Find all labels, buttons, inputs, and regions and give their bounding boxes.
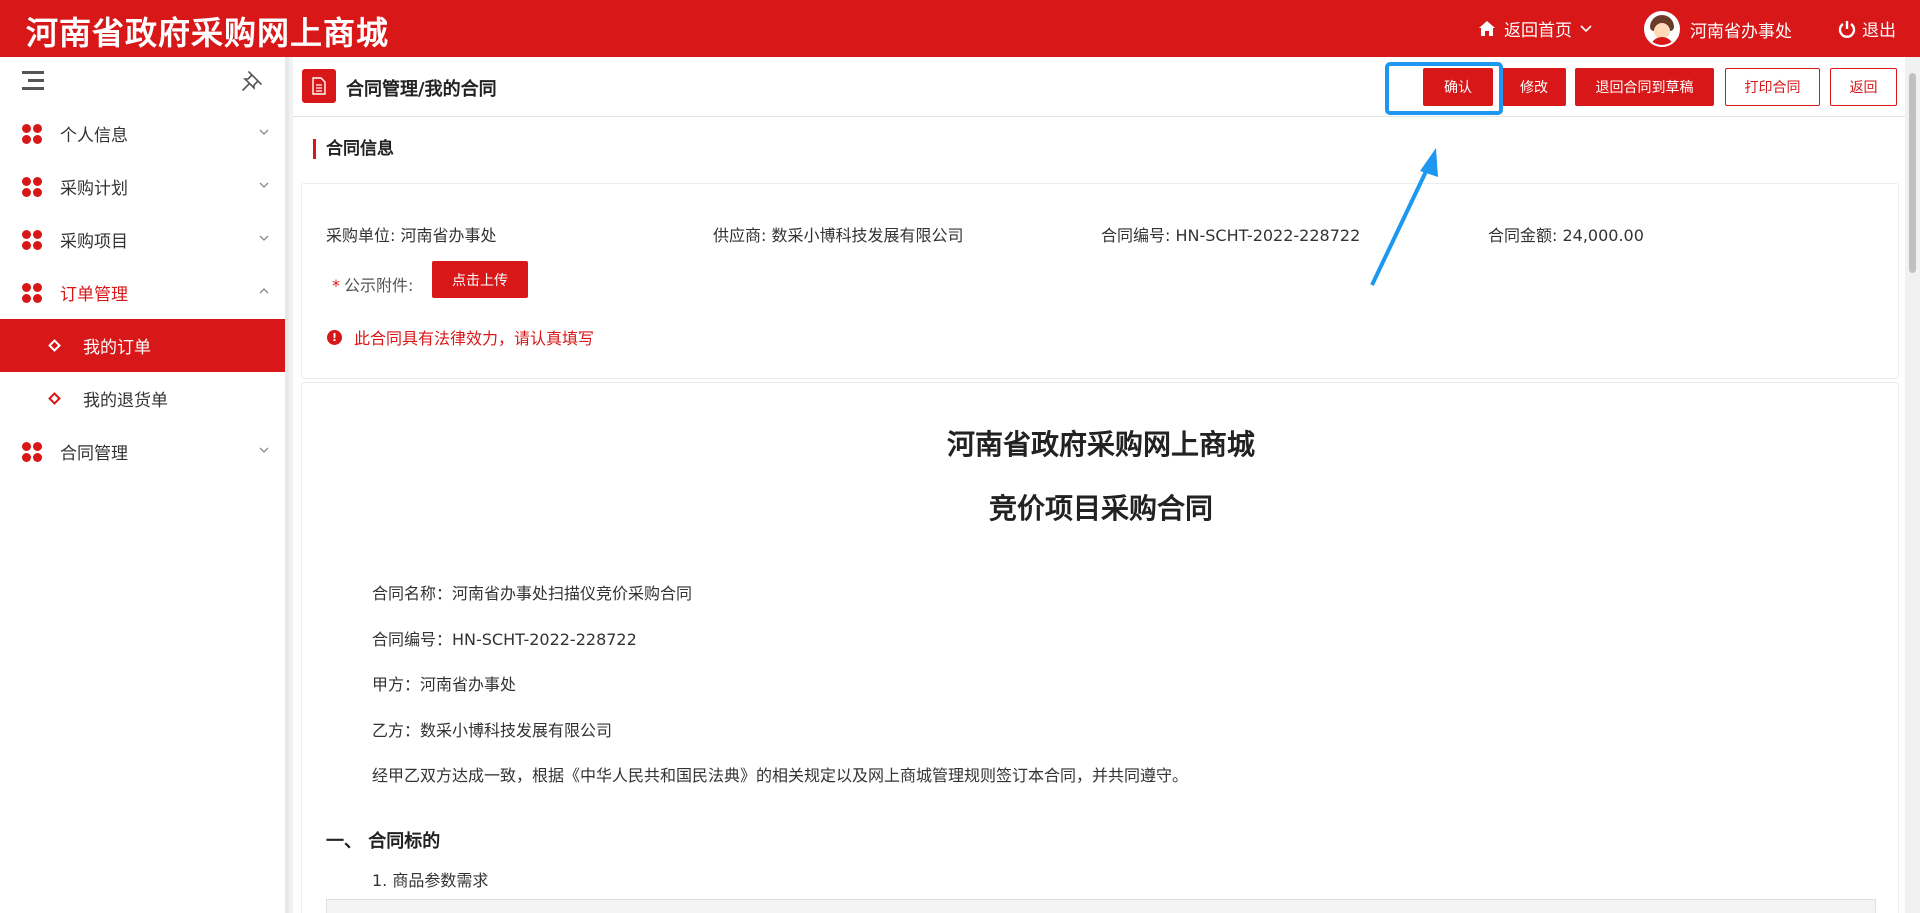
party-b-line: 乙方：数采小博科技发展有限公司 [372, 721, 613, 740]
scrollbar[interactable] [1905, 57, 1920, 913]
section-subheading: 1. 商品参数需求 [372, 871, 489, 890]
scrollbar-thumb[interactable] [1909, 73, 1916, 273]
contract-amount-info: 合同金额: 24,000.00 [1488, 226, 1644, 245]
agreement-line: 经甲乙双方达成一致，根据《中华人民共和国民法典》的相关规定以及网上商城管理规则签… [372, 766, 1189, 785]
top-bar: 河南省政府采购网上商城 返回首页 河南省办事处 退出 [0, 0, 1920, 57]
chevron-down-icon [1580, 24, 1592, 32]
clover-icon [22, 177, 42, 197]
avatar [1644, 11, 1680, 47]
page-header: 合同管理/我的合同 确认 修改 退回合同到草稿 打印合同 返回 [293, 57, 1905, 117]
home-link[interactable]: 返回首页 [1478, 16, 1592, 41]
sidebar-subitem-my-returns[interactable]: 我的退货单 [0, 372, 285, 425]
collapse-menu-icon[interactable] [22, 71, 44, 91]
contract-document: 河南省政府采购网上商城 竞价项目采购合同 合同名称：河南省办事处扫描仪竞价采购合… [301, 382, 1899, 913]
document-title: 河南省政府采购网上商城 [946, 428, 1255, 461]
buyer-info: 采购单位: 河南省办事处 [326, 226, 497, 245]
power-icon [1838, 20, 1856, 38]
return-to-draft-button[interactable]: 退回合同到草稿 [1575, 68, 1714, 106]
contract-name-line: 合同名称：河南省办事处扫描仪竞价采购合同 [372, 584, 693, 603]
sidebar-item-personal-info[interactable]: 个人信息 [0, 107, 285, 160]
document-icon [302, 69, 336, 103]
clover-icon [22, 124, 42, 144]
home-icon [1479, 21, 1495, 36]
home-link-label: 返回首页 [1504, 21, 1572, 41]
upload-button[interactable]: 点击上传 [432, 261, 528, 298]
breadcrumb: 合同管理/我的合同 [346, 79, 497, 100]
chevron-down-icon [259, 182, 269, 188]
sidebar-item-order-management[interactable]: 订单管理 [0, 266, 285, 319]
logout-button[interactable]: 退出 [1838, 16, 1896, 41]
main-content: 合同管理/我的合同 确认 修改 退回合同到草稿 打印合同 返回 合同信息 采购单… [293, 57, 1905, 913]
diamond-icon [48, 392, 61, 405]
contract-number-line: 合同编号：HN-SCHT-2022-228722 [372, 630, 637, 649]
clover-icon [22, 442, 42, 462]
section-title: 合同信息 [313, 139, 394, 159]
sidebar: 个人信息 采购计划 采购项目 订单管理 我的订单 我的退货单 合同管理 [0, 57, 289, 913]
sidebar-item-label: 订单管理 [60, 285, 128, 305]
legal-warning: ! 此合同具有法律效力，请认真填写 [327, 325, 594, 349]
user-menu[interactable]: 河南省办事处 [1644, 11, 1792, 47]
sidebar-subitem-label: 我的订单 [83, 338, 151, 358]
pin-icon[interactable] [241, 70, 263, 92]
chevron-down-icon [259, 129, 269, 135]
document-subtitle: 竞价项目采购合同 [988, 492, 1213, 525]
sidebar-item-purchase-project[interactable]: 采购项目 [0, 213, 285, 266]
print-contract-button[interactable]: 打印合同 [1725, 68, 1820, 106]
contract-number-info: 合同编号: HN-SCHT-2022-228722 [1101, 226, 1361, 245]
back-button[interactable]: 返回 [1830, 68, 1897, 106]
party-a-line: 甲方：河南省办事处 [372, 675, 517, 694]
sidebar-item-purchase-plan[interactable]: 采购计划 [0, 160, 285, 213]
confirm-button[interactable]: 确认 [1423, 68, 1493, 106]
chevron-down-icon [259, 235, 269, 241]
supplier-info: 供应商: 数采小博科技发展有限公司 [713, 226, 964, 245]
sidebar-subitem-my-orders[interactable]: 我的订单 [0, 319, 285, 372]
required-mark: * [332, 276, 340, 295]
chevron-down-icon [259, 447, 269, 453]
section-heading: 一、 合同标的 [326, 831, 441, 852]
sidebar-item-label: 合同管理 [60, 444, 128, 464]
attachment-label: * 公示附件: [332, 276, 414, 295]
clover-icon [22, 283, 42, 303]
modify-button[interactable]: 修改 [1502, 68, 1566, 106]
annotation-arrow-icon [1370, 148, 1438, 286]
exclamation-icon: ! [327, 329, 342, 345]
brand-title: 河南省政府采购网上商城 [26, 14, 390, 52]
user-name: 河南省办事处 [1690, 21, 1792, 42]
sidebar-item-label: 采购项目 [60, 232, 128, 252]
warning-text: 此合同具有法律效力，请认真填写 [354, 329, 595, 348]
product-table-header [326, 899, 1876, 913]
sidebar-item-contract-management[interactable]: 合同管理 [0, 425, 285, 478]
chevron-up-icon [259, 288, 269, 294]
sidebar-subitem-label: 我的退货单 [83, 391, 168, 411]
sidebar-item-label: 采购计划 [60, 179, 128, 199]
diamond-icon [48, 339, 61, 352]
sidebar-item-label: 个人信息 [60, 126, 128, 146]
logout-label: 退出 [1862, 21, 1896, 41]
clover-icon [22, 230, 42, 250]
contract-info-card: 采购单位: 河南省办事处 供应商: 数采小博科技发展有限公司 合同编号: HN-… [301, 183, 1899, 379]
